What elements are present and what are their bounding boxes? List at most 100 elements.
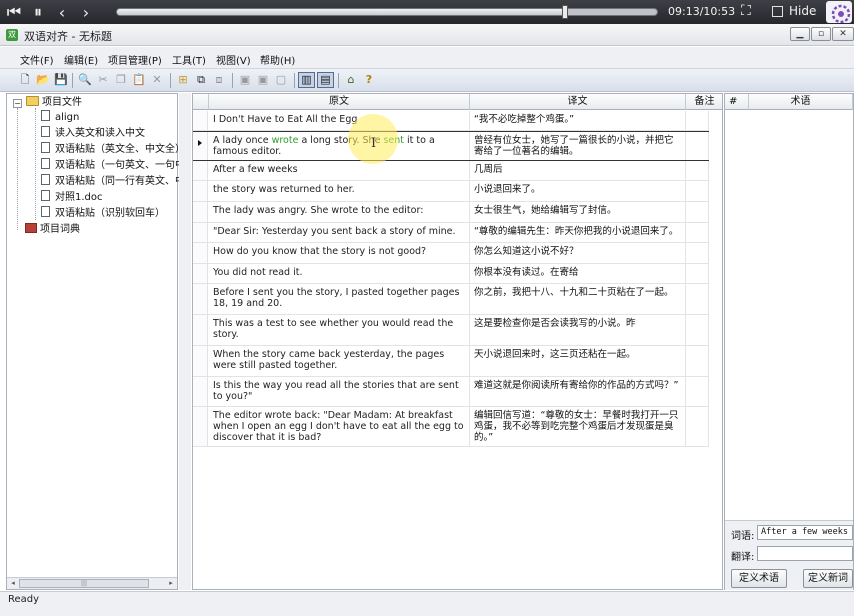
- row-selector[interactable]: [193, 377, 208, 406]
- column-header-target[interactable]: 译文: [470, 94, 686, 110]
- row-selector[interactable]: [193, 181, 208, 201]
- table-row[interactable]: You did not read it. 你根本没有读过。在寄给: [193, 264, 709, 284]
- table-row[interactable]: After a few weeks 几周后: [193, 161, 709, 181]
- term-input[interactable]: After a few weeks: [757, 525, 853, 540]
- tree-item-file[interactable]: 双语粘贴（英文全、中文全）: [41, 142, 185, 157]
- split-up-icon[interactable]: ▣: [238, 73, 252, 87]
- note-cell[interactable]: [686, 243, 709, 263]
- minimize-button[interactable]: ▁: [790, 27, 810, 41]
- target-cell[interactable]: 难道这就是你阅读所有寄给你的作品的方式吗？”: [470, 377, 686, 406]
- column-header-source[interactable]: 原文: [209, 94, 470, 110]
- tree-item-file[interactable]: 对照1.doc: [41, 190, 103, 205]
- note-cell[interactable]: [686, 202, 709, 222]
- find-icon[interactable]: 🔍: [78, 73, 92, 87]
- source-cell[interactable]: How do you know that the story is not go…: [209, 243, 470, 263]
- define-term-button[interactable]: 定义术语: [731, 569, 787, 588]
- source-cell[interactable]: When the story came back yesterday, the …: [209, 346, 470, 376]
- menu-project[interactable]: 项目管理(P): [108, 52, 162, 67]
- menu-view[interactable]: 视图(V): [216, 52, 251, 67]
- hide-label[interactable]: Hide: [789, 4, 816, 18]
- target-cell[interactable]: 天小说退回来时，这三页还粘在一起。: [470, 346, 686, 376]
- menu-help[interactable]: 帮助(H): [260, 52, 295, 67]
- source-cell[interactable]: The lady was angry. She wrote to the edi…: [209, 202, 470, 222]
- table-row[interactable]: the story was returned to her. 小说退回来了。: [193, 181, 709, 202]
- row-selector[interactable]: [193, 202, 208, 222]
- row-selector[interactable]: [193, 407, 208, 446]
- table-row[interactable]: How do you know that the story is not go…: [193, 243, 709, 264]
- paste-icon[interactable]: 📋: [132, 73, 146, 87]
- merge-icon[interactable]: ⧈: [212, 73, 226, 87]
- pause-icon[interactable]: ⏸: [26, 0, 50, 24]
- delete-icon[interactable]: ✕: [150, 73, 164, 87]
- note-cell[interactable]: [686, 377, 709, 406]
- source-cell[interactable]: This was a test to see whether you would…: [209, 315, 470, 345]
- target-cell[interactable]: 你根本没有读过。在寄给: [470, 264, 686, 283]
- close-button[interactable]: ✕: [832, 27, 854, 41]
- fullscreen-icon[interactable]: ⛶: [741, 3, 751, 19]
- import-icon[interactable]: ⊞: [176, 73, 190, 87]
- target-cell[interactable]: 几周后: [470, 161, 686, 180]
- row-selector[interactable]: [193, 111, 208, 130]
- translation-input[interactable]: [757, 546, 853, 561]
- tree-item-file[interactable]: 双语粘贴（识别软回车）: [41, 206, 165, 221]
- table-row[interactable]: This was a test to see whether you would…: [193, 315, 709, 346]
- note-cell[interactable]: [686, 181, 709, 201]
- split-icon[interactable]: ▢: [274, 73, 288, 87]
- source-cell[interactable]: A lady once wrote a long story. She sent…: [209, 132, 470, 160]
- target-cell[interactable]: “我不必吃掉整个鸡蛋。”: [470, 111, 686, 130]
- tree-item-file[interactable]: 读入英文和读入中文: [41, 126, 145, 141]
- table-row[interactable]: The lady was angry. She wrote to the edi…: [193, 202, 709, 223]
- scroll-right-icon[interactable]: ▸: [165, 578, 177, 589]
- save-icon[interactable]: 💾: [54, 73, 68, 87]
- note-cell[interactable]: [686, 132, 709, 160]
- prev-icon[interactable]: ‹: [50, 0, 74, 24]
- terms-term-header[interactable]: 术语: [749, 94, 853, 110]
- source-cell[interactable]: I Don't Have to Eat All the Egg: [209, 111, 470, 130]
- table-row[interactable]: A lady once wrote a long story. She sent…: [193, 131, 709, 161]
- target-cell[interactable]: “尊敬的编辑先生：昨天你把我的小说退回来了。: [470, 223, 686, 242]
- note-cell[interactable]: [686, 264, 709, 283]
- copy-icon[interactable]: ❐: [114, 73, 128, 87]
- menu-edit[interactable]: 编辑(E): [64, 52, 98, 67]
- export-icon[interactable]: ⧉: [194, 73, 208, 87]
- menu-tools[interactable]: 工具(T): [172, 52, 206, 67]
- note-cell[interactable]: [686, 407, 709, 446]
- table-row[interactable]: "Dear Sir: Yesterday you sent back a sto…: [193, 223, 709, 243]
- view-parallel-icon[interactable]: ▥: [298, 72, 315, 88]
- row-selector[interactable]: [193, 315, 208, 345]
- table-row[interactable]: I Don't Have to Eat All the Egg “我不必吃掉整个鸡…: [193, 111, 709, 131]
- seek-handle[interactable]: [562, 5, 569, 19]
- target-cell[interactable]: 女士很生气，她给编辑写了封信。: [470, 202, 686, 222]
- table-row[interactable]: When the story came back yesterday, the …: [193, 346, 709, 377]
- table-row[interactable]: Before I sent you the story, I pasted to…: [193, 284, 709, 315]
- row-selector[interactable]: [193, 264, 208, 283]
- row-selector[interactable]: [193, 161, 208, 180]
- new-icon[interactable]: 🗋: [18, 73, 32, 87]
- source-cell[interactable]: After a few weeks: [209, 161, 470, 180]
- target-cell[interactable]: 你之前，我把十八、十九和二十页粘在了一起。: [470, 284, 686, 314]
- tree-horizontal-scrollbar[interactable]: ◂ ||| ▸: [7, 577, 177, 589]
- target-cell[interactable]: 曾经有位女士，她写了一篇很长的小说，并把它寄给了一位著名的编辑。: [470, 132, 686, 160]
- source-cell[interactable]: Is this the way you read all the stories…: [209, 377, 470, 406]
- define-new-word-button[interactable]: 定义新词: [803, 569, 853, 588]
- note-cell[interactable]: [686, 284, 709, 314]
- maximize-button[interactable]: ▫: [811, 27, 831, 41]
- next-icon[interactable]: ›: [74, 0, 98, 24]
- target-cell[interactable]: 小说退回来了。: [470, 181, 686, 201]
- tree-item-project-files[interactable]: − 项目文件: [7, 95, 82, 110]
- note-cell[interactable]: [686, 161, 709, 180]
- current-row-indicator[interactable]: [193, 132, 208, 160]
- panel-splitter[interactable]: [179, 93, 191, 590]
- column-header-note[interactable]: 备注: [686, 94, 722, 110]
- source-cell[interactable]: Before I sent you the story, I pasted to…: [209, 284, 470, 314]
- note-cell[interactable]: [686, 111, 709, 130]
- collapse-icon[interactable]: −: [13, 99, 22, 108]
- skip-back-icon[interactable]: ⏮: [2, 0, 26, 24]
- scroll-left-icon[interactable]: ◂: [7, 578, 19, 589]
- row-selector[interactable]: [193, 284, 208, 314]
- note-cell[interactable]: [686, 223, 709, 242]
- menu-file[interactable]: 文件(F): [20, 52, 54, 67]
- row-selector[interactable]: [193, 223, 208, 242]
- target-cell[interactable]: 这是要检查你是否会读我写的小说。昨: [470, 315, 686, 345]
- source-cell[interactable]: You did not read it.: [209, 264, 470, 283]
